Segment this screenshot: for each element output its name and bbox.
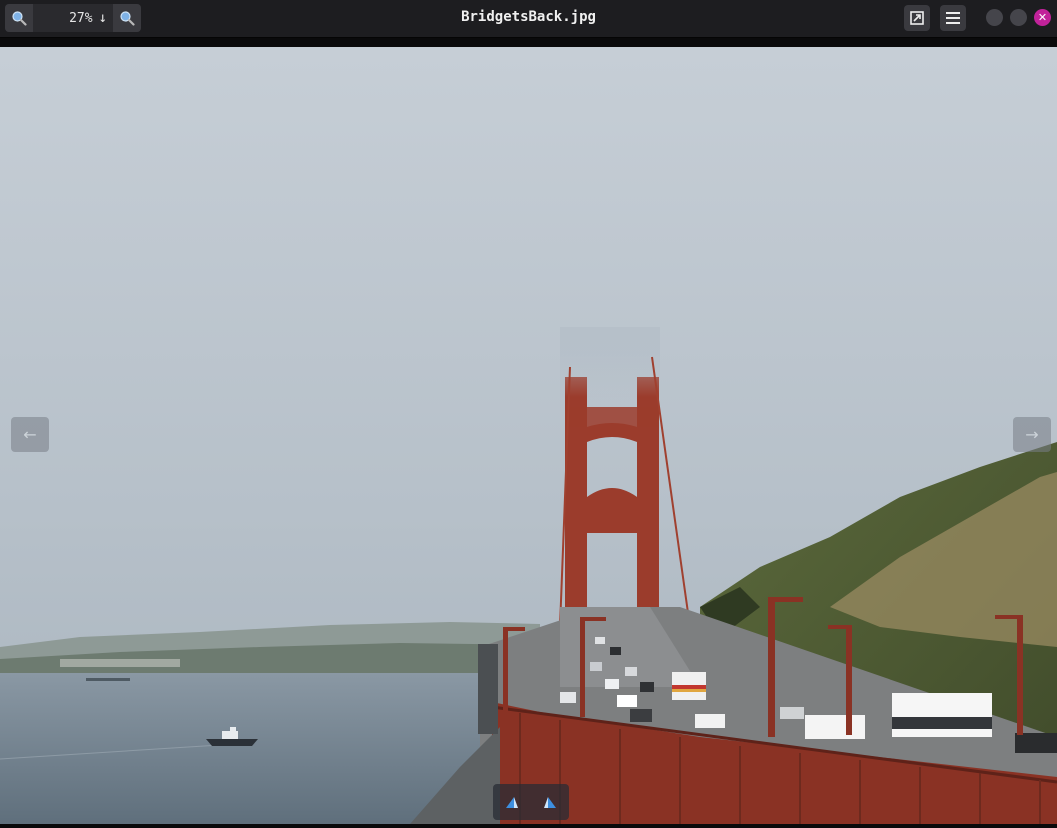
maximize-icon[interactable] xyxy=(1010,9,1027,26)
zoom-out-icon xyxy=(12,11,27,26)
header-separator xyxy=(0,38,1057,47)
zoom-control: 27% ↓ xyxy=(5,4,141,32)
arrow-left-icon: ← xyxy=(23,425,37,444)
hamburger-menu-icon xyxy=(946,12,960,24)
rotate-left-icon xyxy=(506,797,518,808)
rotate-left-button[interactable] xyxy=(500,790,524,814)
minimize-icon[interactable] xyxy=(986,9,1003,26)
open-external-icon xyxy=(910,11,924,25)
image-canvas xyxy=(0,47,1057,824)
window-title: BridgetsBack.jpg xyxy=(461,9,596,25)
arrow-right-icon: → xyxy=(1025,425,1039,444)
zoom-in-icon xyxy=(120,11,135,26)
previous-image-button[interactable]: ← xyxy=(11,417,49,452)
arrow-down-icon[interactable]: ↓ xyxy=(99,10,107,26)
zoom-level-field[interactable]: 27% ↓ xyxy=(33,4,113,32)
golden-gate-photo xyxy=(0,47,1057,824)
close-glyph: ✕ xyxy=(1037,11,1048,24)
rotate-right-button[interactable] xyxy=(538,790,562,814)
menu-button[interactable] xyxy=(940,5,966,31)
rotate-toolbar xyxy=(493,784,569,820)
zoom-level-value: 27% xyxy=(69,10,93,26)
next-image-button[interactable]: → xyxy=(1013,417,1051,452)
open-external-button[interactable] xyxy=(904,5,930,31)
zoom-out-button[interactable] xyxy=(5,4,33,32)
title-bar: 27% ↓ BridgetsBack.jpg ✕ xyxy=(0,0,1057,38)
rotate-right-icon xyxy=(544,797,556,808)
zoom-in-button[interactable] xyxy=(113,4,141,32)
close-icon[interactable]: ✕ xyxy=(1034,9,1051,26)
bottom-border xyxy=(0,824,1057,828)
